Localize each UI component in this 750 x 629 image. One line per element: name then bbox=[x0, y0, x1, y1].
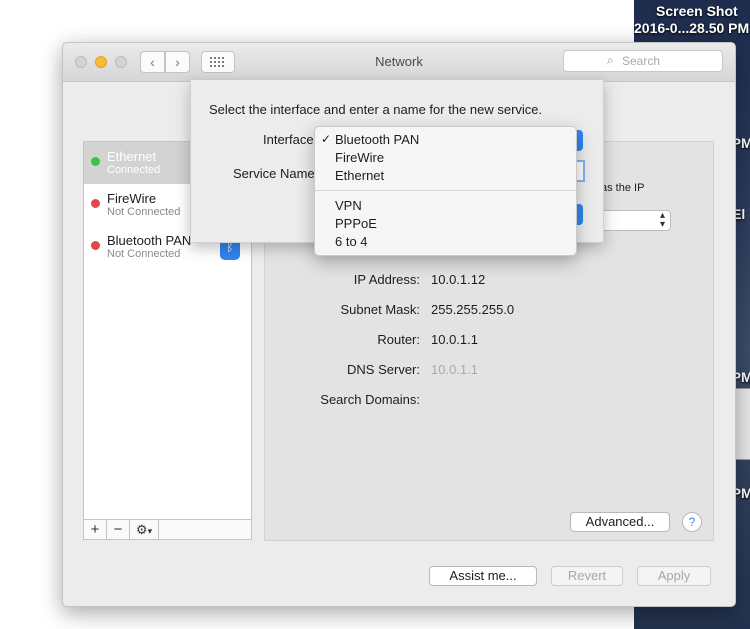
search-icon: ⌕ bbox=[607, 53, 614, 67]
interface-dropdown-menu[interactable]: ✓ Bluetooth PAN FireWire Ethernet VPN PP… bbox=[314, 126, 577, 256]
gear-icon: ⚙ bbox=[135, 522, 148, 537]
menu-item-vpn[interactable]: VPN bbox=[335, 198, 362, 213]
service-name: FireWire bbox=[107, 191, 157, 206]
search-domains-label: Search Domains: bbox=[320, 392, 420, 407]
advanced-button[interactable]: Advanced... bbox=[570, 512, 670, 532]
sheet-prompt: Select the interface and enter a name fo… bbox=[209, 102, 543, 117]
ip-address-label: IP Address: bbox=[353, 272, 420, 287]
apply-button[interactable]: Apply bbox=[637, 566, 711, 586]
chevron-down-icon: ▾ bbox=[147, 526, 153, 536]
remove-service-button[interactable]: − bbox=[107, 520, 130, 539]
menu-item-6to4[interactable]: 6 to 4 bbox=[335, 234, 368, 249]
menu-item-bluetooth-pan[interactable]: Bluetooth PAN bbox=[335, 132, 419, 147]
service-status: Connected bbox=[107, 164, 161, 176]
menu-item-ethernet[interactable]: Ethernet bbox=[335, 168, 384, 183]
revert-button[interactable]: Revert bbox=[551, 566, 623, 586]
menu-separator bbox=[315, 190, 576, 191]
partial-description-text: as the IP bbox=[601, 182, 645, 194]
router-value: 10.0.1.1 bbox=[431, 332, 478, 347]
service-list-toolbar: + − ⚙▾ bbox=[83, 519, 252, 540]
interface-label: Interface bbox=[263, 132, 314, 147]
help-icon: ? bbox=[688, 515, 696, 529]
menu-item-pppoe[interactable]: PPPoE bbox=[335, 216, 377, 231]
service-name: Ethernet bbox=[107, 149, 157, 164]
search-field[interactable]: ⌕ Search bbox=[563, 50, 723, 72]
subnet-mask-label: Subnet Mask: bbox=[340, 302, 421, 317]
subnet-mask-value: 255.255.255.0 bbox=[431, 302, 515, 317]
service-status: Not Connected bbox=[107, 248, 181, 260]
service-name-label: Service Name bbox=[233, 166, 315, 181]
action-menu-button[interactable]: ⚙▾ bbox=[130, 520, 159, 539]
dns-server-label: DNS Server: bbox=[347, 362, 420, 377]
status-dot-icon bbox=[91, 199, 100, 208]
checkmark-icon: ✓ bbox=[321, 132, 332, 146]
desktop-file-date[interactable]: 2016-0...28.50 PM bbox=[634, 20, 749, 36]
dns-server-value: 10.0.1.1 bbox=[431, 362, 478, 377]
status-dot-icon bbox=[91, 157, 100, 166]
status-dot-icon bbox=[91, 241, 100, 250]
router-label: Router: bbox=[377, 332, 420, 347]
title-bar: ‹ › Network ⌕ Search bbox=[63, 43, 735, 82]
add-service-button[interactable]: + bbox=[84, 520, 107, 539]
service-status: Not Connected bbox=[107, 206, 181, 218]
help-button[interactable]: ? bbox=[682, 512, 702, 532]
menu-item-firewire[interactable]: FireWire bbox=[335, 150, 384, 165]
ip-address-value: 10.0.1.12 bbox=[431, 272, 486, 287]
assist-me-button[interactable]: Assist me... bbox=[429, 566, 537, 586]
up-down-arrows-icon: ▴ ▾ bbox=[659, 210, 665, 230]
search-placeholder: Search bbox=[622, 54, 661, 68]
service-name: Bluetooth PAN bbox=[107, 233, 192, 248]
desktop-file-name[interactable]: Screen Shot bbox=[656, 3, 738, 19]
